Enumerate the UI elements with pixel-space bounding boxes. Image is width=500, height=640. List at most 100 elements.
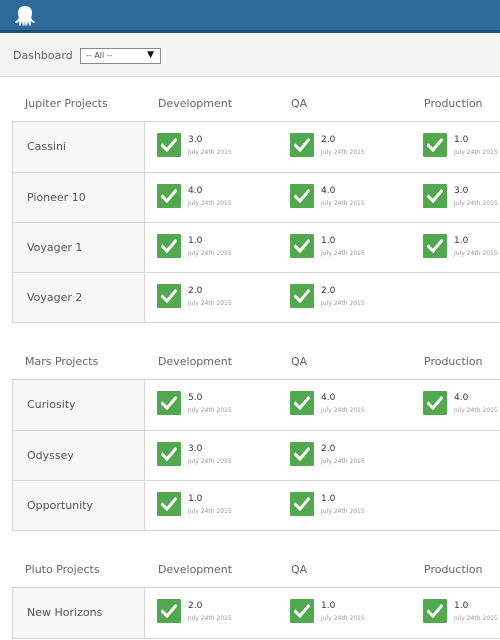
- release-version[interactable]: 4.0: [454, 393, 468, 403]
- project-group-section: Jupiter Projects Development QA Production C…: [0, 87, 500, 323]
- deployment-development[interactable]: 3.0 July 24th 2015: [157, 133, 277, 159]
- deployment-qa[interactable]: 2.0 July 24th 2015: [290, 133, 410, 159]
- release-version[interactable]: 1.0: [188, 494, 202, 504]
- deployment-date: July 24th 2015: [188, 508, 232, 515]
- release-version[interactable]: 3.0: [188, 444, 202, 454]
- deployment-date: July 24th 2015: [321, 407, 365, 414]
- deployment-table: Curiosity 5.0 July 24th 2015 4.0 July 24th 2…: [12, 379, 500, 531]
- dashboard-label: Dashboard: [13, 49, 73, 62]
- release-version[interactable]: 4.0: [321, 186, 335, 196]
- project-name-cell[interactable]: Pioneer 10: [13, 173, 145, 222]
- project-group-filter-select[interactable]: -- All -- ▼: [80, 48, 161, 64]
- release-version[interactable]: 1.0: [454, 601, 468, 611]
- release-version[interactable]: 1.0: [321, 494, 335, 504]
- project-name-cell[interactable]: Cassini: [13, 122, 145, 172]
- release-version[interactable]: 1.0: [454, 135, 468, 145]
- deployment-date: July 24th 2015: [188, 615, 232, 622]
- success-check-icon: [157, 284, 181, 308]
- project-name-cell[interactable]: Odyssey: [13, 431, 145, 480]
- deployment-qa[interactable]: 2.0 July 24th 2015: [290, 284, 410, 310]
- release-version[interactable]: 1.0: [454, 236, 468, 246]
- project-name-cell[interactable]: Curiosity: [13, 380, 145, 430]
- deployment-production[interactable]: 1.0 July 24th 2015: [423, 234, 500, 260]
- success-check-icon: [290, 133, 314, 157]
- success-check-icon: [423, 133, 447, 157]
- release-version[interactable]: 2.0: [321, 135, 335, 145]
- deployment-date: July 24th 2015: [188, 250, 232, 257]
- deployment-date: July 24th 2015: [321, 508, 365, 515]
- release-version[interactable]: 2.0: [188, 601, 202, 611]
- success-check-icon: [290, 284, 314, 308]
- project-name-cell[interactable]: Voyager 1: [13, 223, 145, 272]
- deployment-date: July 24th 2015: [188, 407, 232, 414]
- deployment-qa[interactable]: 4.0 July 24th 2015: [290, 391, 410, 417]
- deployment-date: July 24th 2015: [321, 615, 365, 622]
- success-check-icon: [290, 234, 314, 258]
- table-row: Opportunity 1.0 July 24th 2015 1.0 July 24th…: [13, 480, 500, 530]
- project-name-cell[interactable]: Voyager 2: [13, 273, 145, 322]
- project-name[interactable]: Curiosity: [27, 398, 76, 411]
- deployment-development[interactable]: 3.0 July 24th 2015: [157, 442, 277, 468]
- deployment-qa[interactable]: 1.0 July 24th 2015: [290, 599, 410, 625]
- deployment-development[interactable]: 1.0 July 24th 2015: [157, 234, 277, 260]
- project-name[interactable]: New Horizons: [27, 606, 102, 619]
- release-version[interactable]: 2.0: [321, 444, 335, 454]
- deployment-production[interactable]: 4.0 July 24th 2015: [423, 391, 500, 417]
- project-name-cell[interactable]: New Horizons: [13, 588, 145, 638]
- project-name[interactable]: Pioneer 10: [27, 191, 86, 204]
- dashboard-toolbar: Dashboard -- All -- ▼: [0, 33, 500, 77]
- table-row: Odyssey 3.0 July 24th 2015 2.0 July 24th 201…: [13, 430, 500, 480]
- project-name[interactable]: Cassini: [27, 140, 66, 153]
- project-name[interactable]: Voyager 2: [27, 291, 82, 304]
- release-version[interactable]: 1.0: [321, 601, 335, 611]
- deployment-qa[interactable]: 2.0 July 24th 2015: [290, 442, 410, 468]
- deployment-date: July 24th 2015: [188, 300, 232, 307]
- deployment-development[interactable]: 4.0 July 24th 2015: [157, 184, 277, 210]
- project-name[interactable]: Odyssey: [27, 449, 74, 462]
- octopus-logo-icon[interactable]: [14, 5, 36, 27]
- deployment-date: July 24th 2015: [321, 200, 365, 207]
- deployment-development[interactable]: 5.0 July 24th 2015: [157, 391, 277, 417]
- success-check-icon: [290, 184, 314, 208]
- deployment-date: July 24th 2015: [454, 200, 498, 207]
- dropdown-arrow-icon: ▼: [147, 50, 154, 60]
- deployment-qa[interactable]: 1.0 July 24th 2015: [290, 492, 410, 518]
- column-header-development: Development: [158, 355, 233, 368]
- success-check-icon: [157, 133, 181, 157]
- success-check-icon: [423, 184, 447, 208]
- deployment-production[interactable]: 1.0 July 24th 2015: [423, 599, 500, 625]
- deployment-qa[interactable]: 4.0 July 24th 2015: [290, 184, 410, 210]
- project-group-header: Mars Projects Development QA Production: [0, 345, 500, 379]
- deployment-production[interactable]: 3.0 July 24th 2015: [423, 184, 500, 210]
- project-group-title: Mars Projects: [25, 355, 99, 368]
- success-check-icon: [423, 599, 447, 623]
- filter-selected-value: -- All --: [86, 51, 113, 60]
- release-version[interactable]: 4.0: [321, 393, 335, 403]
- deployment-table: Cassini 3.0 July 24th 2015 2.0 July 24th 201…: [12, 121, 500, 323]
- success-check-icon: [290, 442, 314, 466]
- release-version[interactable]: 1.0: [188, 236, 202, 246]
- deployment-development[interactable]: 2.0 July 24th 2015: [157, 599, 277, 625]
- column-header-production: Production: [424, 97, 483, 110]
- deployment-production[interactable]: 1.0 July 24th 2015: [423, 133, 500, 159]
- deployment-qa[interactable]: 1.0 July 24th 2015: [290, 234, 410, 260]
- release-version[interactable]: 3.0: [454, 186, 468, 196]
- deployment-development[interactable]: 1.0 July 24th 2015: [157, 492, 277, 518]
- column-header-qa: QA: [291, 97, 308, 110]
- release-version[interactable]: 2.0: [188, 286, 202, 296]
- success-check-icon: [290, 492, 314, 516]
- release-version[interactable]: 1.0: [321, 236, 335, 246]
- release-version[interactable]: 3.0: [188, 135, 202, 145]
- release-version[interactable]: 4.0: [188, 186, 202, 196]
- deployment-date: July 24th 2015: [454, 250, 498, 257]
- project-group-header: Pluto Projects Development QA Production: [0, 553, 500, 587]
- deployment-date: July 24th 2015: [321, 149, 365, 156]
- project-name[interactable]: Opportunity: [27, 499, 93, 512]
- release-version[interactable]: 5.0: [188, 393, 202, 403]
- release-version[interactable]: 2.0: [321, 286, 335, 296]
- deployment-date: July 24th 2015: [188, 200, 232, 207]
- project-name[interactable]: Voyager 1: [27, 241, 82, 254]
- table-row: Curiosity 5.0 July 24th 2015 4.0 July 24th 2…: [13, 380, 500, 430]
- deployment-development[interactable]: 2.0 July 24th 2015: [157, 284, 277, 310]
- project-name-cell[interactable]: Opportunity: [13, 481, 145, 530]
